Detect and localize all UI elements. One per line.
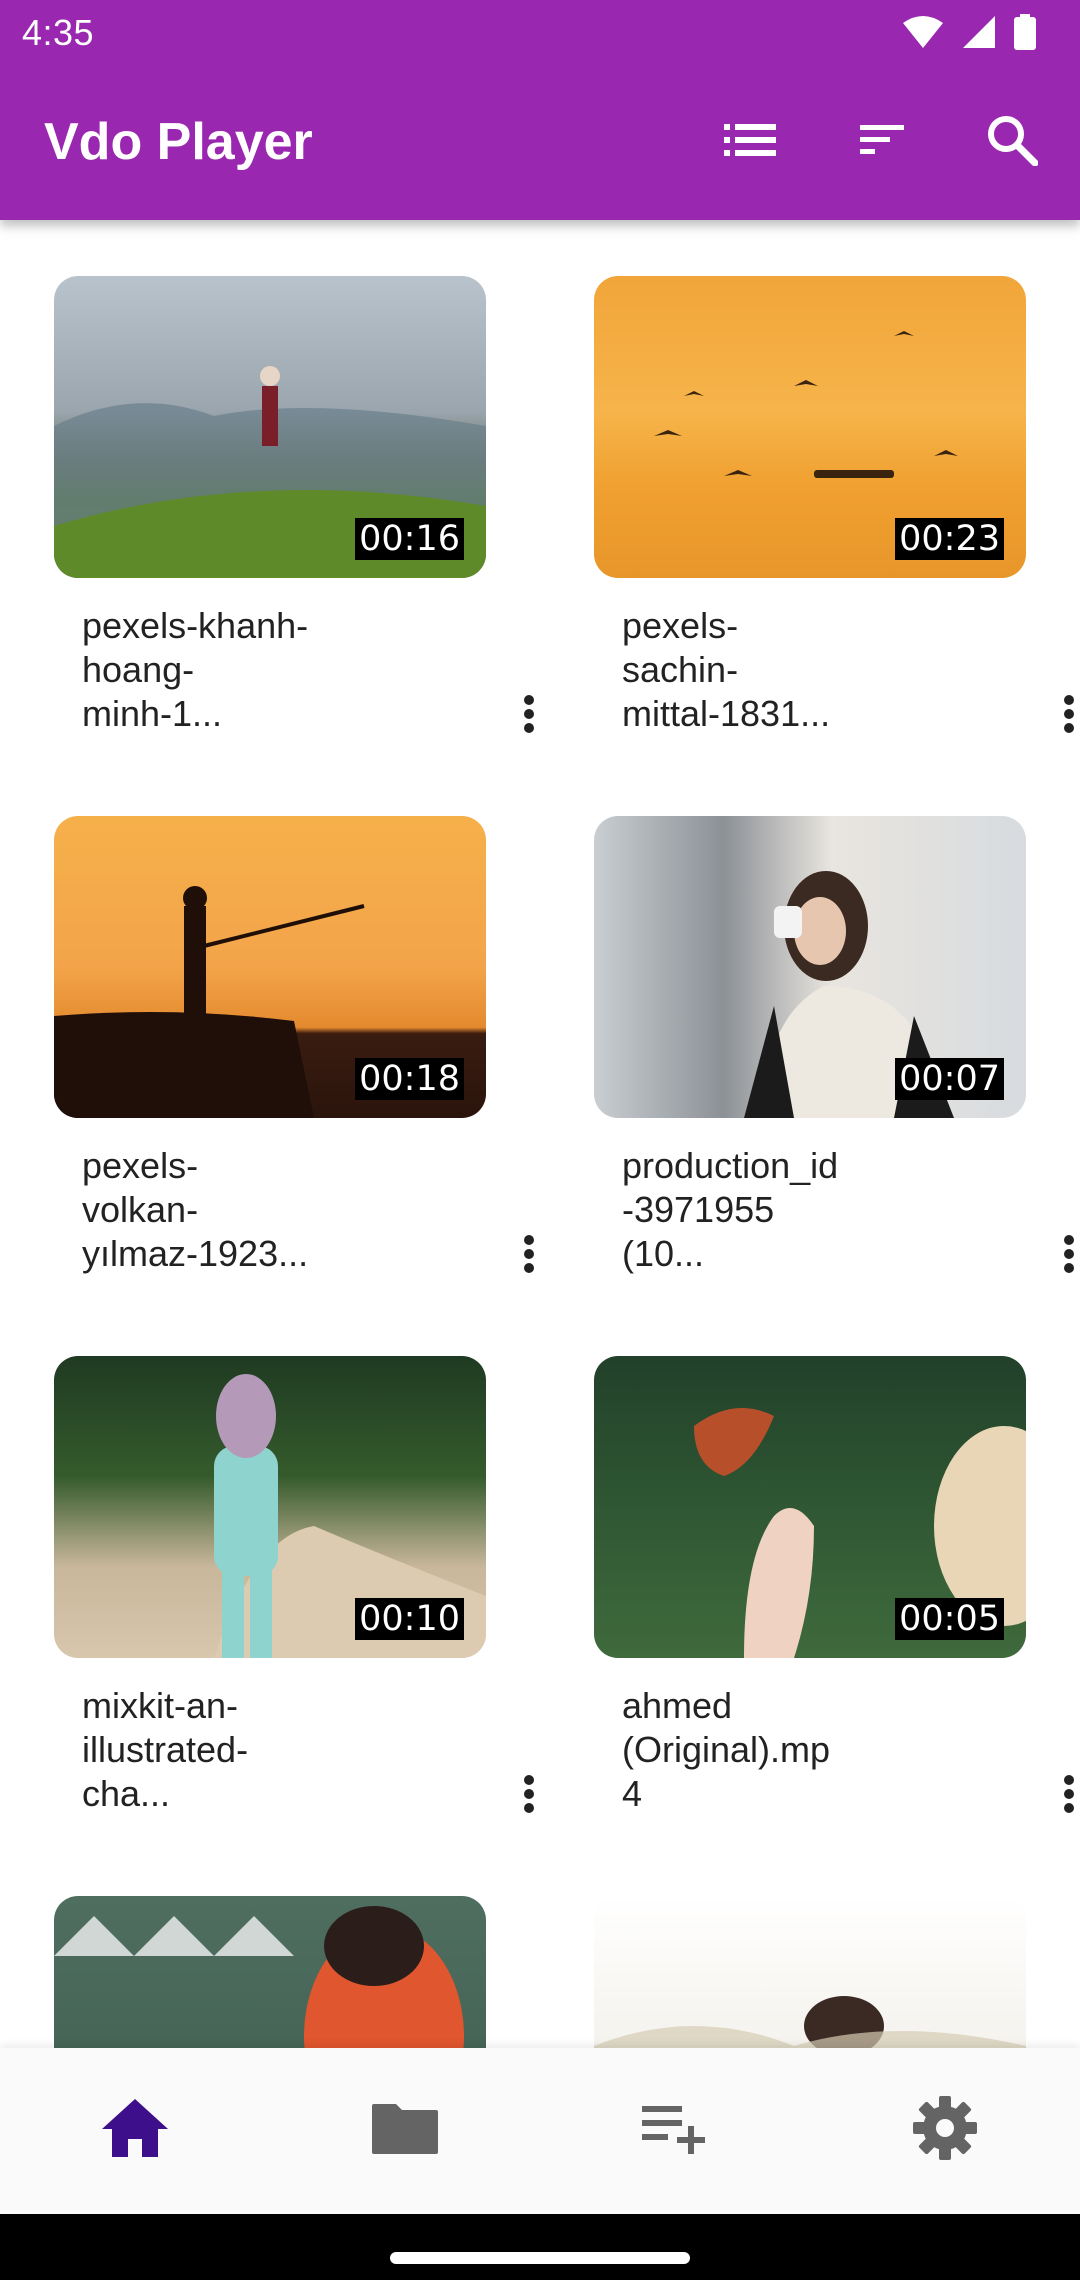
video-title: pexels-khanh- hoang- minh-1... xyxy=(82,605,309,734)
more-vert-icon xyxy=(1063,1774,1075,1819)
more-vert-icon xyxy=(523,694,535,739)
settings-icon xyxy=(911,2094,979,2167)
video-title: mixkit-an- illustrated- cha... xyxy=(82,1685,249,1814)
more-options-button[interactable] xyxy=(1034,681,1080,751)
wifi-icon xyxy=(902,15,944,54)
video-thumbnail[interactable]: 00:10 xyxy=(54,1356,486,1658)
video-thumbnail[interactable] xyxy=(594,1896,1026,2048)
video-duration: 00:16 xyxy=(355,518,464,560)
nav-playlist[interactable] xyxy=(633,2088,717,2172)
video-card[interactable]: 00:23 pexels- sachin- mittal-1831... xyxy=(594,276,1074,734)
folder-icon xyxy=(370,2100,440,2161)
video-grid: 00:16 pexels-khanh- hoang- minh-1... 00:… xyxy=(0,220,1080,2048)
status-time: 4:35 xyxy=(22,12,95,53)
more-options-button[interactable] xyxy=(1034,1221,1080,1291)
video-card[interactable]: 00:07 production_id -3971955 (10... xyxy=(594,816,1074,1274)
search-button[interactable] xyxy=(980,110,1044,174)
video-duration: 00:23 xyxy=(895,518,1004,560)
more-vert-icon xyxy=(1063,694,1075,739)
video-card[interactable]: 00:10 mixkit-an- illustrated- cha... xyxy=(54,1356,534,1814)
sort-icon xyxy=(860,124,904,160)
video-title: pexels- volkan- yılmaz-1923... xyxy=(82,1145,309,1274)
home-icon xyxy=(100,2097,170,2164)
video-title: pexels- sachin- mittal-1831... xyxy=(622,605,831,734)
video-duration: 00:07 xyxy=(895,1058,1004,1100)
system-navigation-bar xyxy=(0,2214,1080,2280)
list-view-button[interactable] xyxy=(718,110,782,174)
list-view-icon xyxy=(724,123,776,162)
bottom-navigation xyxy=(0,2048,1080,2214)
video-card[interactable] xyxy=(594,1896,1026,2048)
video-duration: 00:05 xyxy=(895,1598,1004,1640)
more-options-button[interactable] xyxy=(1034,1761,1080,1831)
battery-icon xyxy=(1014,13,1036,55)
more-vert-icon xyxy=(1063,1234,1075,1279)
nav-home[interactable] xyxy=(93,2088,177,2172)
signal-icon xyxy=(962,15,996,54)
app-title: Vdo Player xyxy=(44,113,313,171)
search-icon xyxy=(986,114,1039,171)
video-title: production_id -3971955 (10... xyxy=(622,1145,839,1274)
more-vert-icon xyxy=(523,1234,535,1279)
more-options-button[interactable] xyxy=(494,681,564,751)
home-gesture-handle[interactable] xyxy=(390,2252,690,2264)
video-card[interactable]: 00:18 pexels- volkan- yılmaz-1923... xyxy=(54,816,534,1274)
status-icons xyxy=(902,13,1036,55)
video-thumbnail[interactable]: 00:23 xyxy=(594,276,1026,578)
video-card[interactable] xyxy=(54,1896,486,2048)
video-thumbnail[interactable]: 00:16 xyxy=(54,276,486,578)
video-thumbnail[interactable]: 00:18 xyxy=(54,816,486,1118)
video-thumbnail[interactable]: 00:07 xyxy=(594,816,1026,1118)
video-duration: 00:18 xyxy=(355,1058,464,1100)
nav-settings[interactable] xyxy=(903,2088,987,2172)
video-thumbnail[interactable]: 00:05 xyxy=(594,1356,1026,1658)
video-card[interactable]: 00:05 ahmed (Original).mp 4 xyxy=(594,1356,1074,1814)
app-header: 4:35 Vdo Player xyxy=(0,0,1080,220)
more-options-button[interactable] xyxy=(494,1761,564,1831)
playlist-add-icon xyxy=(640,2102,710,2159)
nav-folders[interactable] xyxy=(363,2088,447,2172)
more-vert-icon xyxy=(523,1774,535,1819)
video-card[interactable]: 00:16 pexels-khanh- hoang- minh-1... xyxy=(54,276,534,734)
video-thumbnail[interactable] xyxy=(54,1896,486,2048)
sort-button[interactable] xyxy=(850,110,914,174)
video-duration: 00:10 xyxy=(355,1598,464,1640)
video-title: ahmed (Original).mp 4 xyxy=(622,1685,831,1814)
more-options-button[interactable] xyxy=(494,1221,564,1291)
